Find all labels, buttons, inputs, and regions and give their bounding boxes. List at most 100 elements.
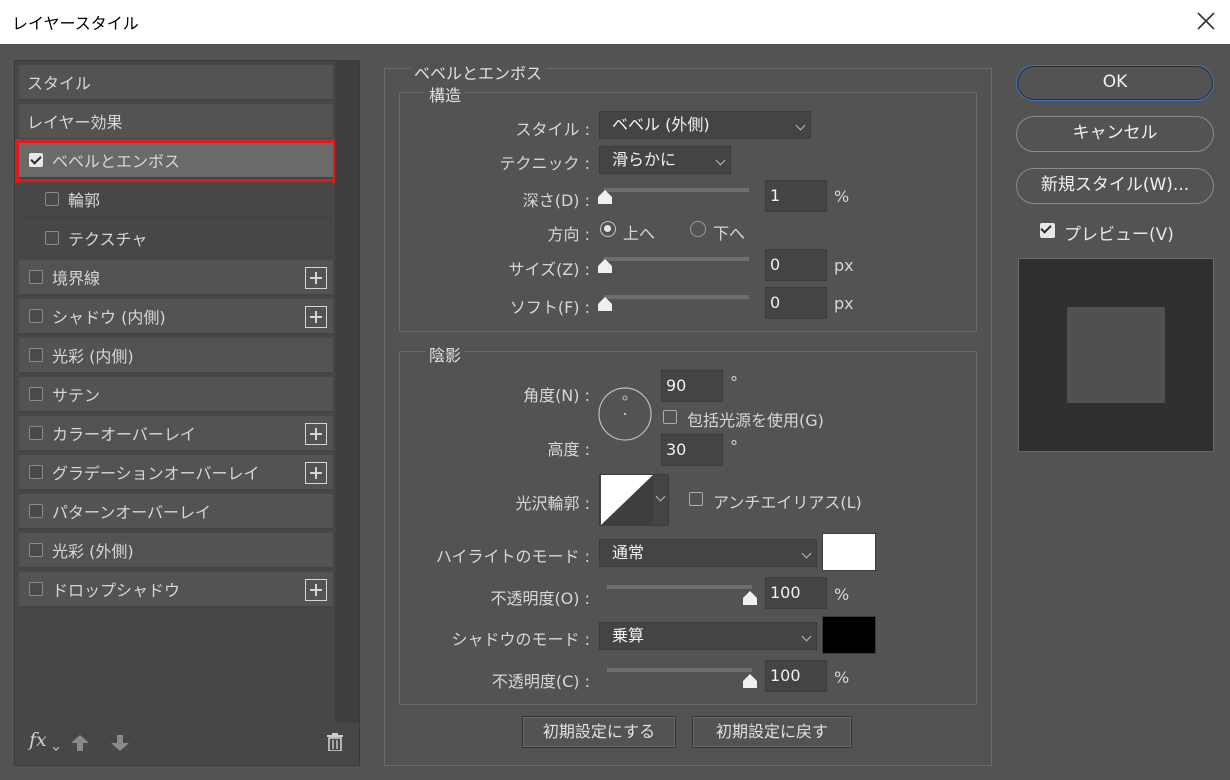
antialias-checkbox[interactable] (689, 492, 703, 506)
contour-checkbox[interactable] (45, 192, 59, 206)
soften-label: ソフト(F) : (509, 298, 590, 317)
inner-glow-checkbox[interactable] (29, 348, 43, 362)
preview-checkbox[interactable] (1040, 223, 1055, 238)
depth-unit: % (834, 187, 850, 206)
direction-down-radio[interactable] (690, 221, 706, 237)
depth-slider-thumb[interactable] (598, 190, 612, 204)
style-dropdown[interactable]: ベベル (外側) (599, 111, 811, 139)
drop-shadow-checkbox[interactable] (29, 582, 43, 596)
scrollbar[interactable] (335, 61, 359, 723)
shadow-opacity-thumb[interactable] (743, 674, 757, 688)
stroke-checkbox[interactable] (29, 270, 43, 284)
gradient-overlay-checkbox[interactable] (29, 465, 43, 479)
technique-label: テクニック : (499, 154, 590, 173)
list-item-label: ドロップシャドウ (52, 581, 181, 600)
list-item-pattern-overlay[interactable]: パターンオーバーレイ (19, 494, 333, 530)
add-plus-icon[interactable] (305, 306, 327, 328)
color-overlay-checkbox[interactable] (29, 426, 43, 440)
list-item-label: カラーオーバーレイ (52, 425, 196, 444)
highlight-mode-dropdown[interactable]: 通常 (599, 539, 817, 567)
altitude-label: 高度 : (547, 440, 590, 459)
shadow-opacity-input[interactable]: 100 (765, 660, 827, 692)
size-slider-thumb[interactable] (598, 259, 612, 273)
texture-checkbox[interactable] (45, 231, 59, 245)
global-light-label: 包括光源を使用(G) (687, 411, 824, 430)
list-item-stroke[interactable]: 境界線 (19, 260, 333, 296)
shading-group (399, 351, 977, 705)
arrow-up-icon[interactable] (71, 735, 89, 751)
list-item-label: レイヤー効果 (27, 113, 123, 132)
make-default-button[interactable]: 初期設定にする (522, 716, 676, 748)
list-item-label: 光彩 (内側) (52, 347, 134, 366)
list-item-inner-glow[interactable]: 光彩 (内側) (19, 338, 333, 374)
add-plus-icon[interactable] (305, 423, 327, 445)
list-item-outer-glow[interactable]: 光彩 (外側) (19, 533, 333, 569)
soften-slider-thumb[interactable] (598, 297, 612, 311)
list-item-gradient-overlay[interactable]: グラデーションオーバーレイ (19, 455, 333, 491)
arrow-down-icon[interactable] (111, 735, 129, 751)
depth-slider[interactable] (604, 188, 749, 192)
altitude-unit: ° (730, 437, 738, 456)
effects-list-panel: スタイル レイヤー効果 ベベルとエンボス 輪郭 テクスチャ 境界線 シャドウ (… (14, 60, 360, 766)
direction-label: 方向 : (547, 225, 590, 244)
list-item-drop-shadow[interactable]: ドロップシャドウ (19, 572, 333, 608)
size-slider[interactable] (604, 257, 749, 261)
add-plus-icon[interactable] (305, 462, 327, 484)
reset-default-button[interactable]: 初期設定に戻す (692, 716, 852, 748)
highlight-color-swatch[interactable] (822, 533, 876, 571)
list-item-bevel-emboss[interactable]: ベベルとエンボス (15, 139, 337, 183)
trash-icon[interactable] (327, 733, 343, 751)
list-item-color-overlay[interactable]: カラーオーバーレイ (19, 416, 333, 452)
list-item-layer-effects[interactable]: レイヤー効果 (19, 104, 333, 140)
highlight-mode-value: 通常 (612, 543, 645, 562)
shadow-color-swatch[interactable] (822, 616, 876, 654)
angle-dial-icon[interactable] (597, 386, 653, 442)
list-item-label: 光彩 (外側) (52, 542, 134, 561)
add-plus-icon[interactable] (305, 267, 327, 289)
shadow-opacity-label: 不透明度(C) : (491, 672, 590, 691)
pattern-overlay-checkbox[interactable] (29, 504, 43, 518)
outer-glow-checkbox[interactable] (29, 543, 43, 557)
chevron-down-icon (53, 747, 59, 751)
cancel-button[interactable]: キャンセル (1016, 116, 1214, 152)
highlight-opacity-thumb[interactable] (743, 591, 757, 605)
chevron-down-icon (715, 155, 726, 166)
highlight-mode-label: ハイライトのモード : (435, 547, 590, 566)
add-plus-icon[interactable] (305, 579, 327, 601)
title-bar: レイヤースタイル (0, 0, 1230, 44)
technique-dropdown[interactable]: 滑らかに (599, 146, 731, 174)
global-light-checkbox[interactable] (663, 410, 677, 424)
angle-input[interactable]: 90 (661, 370, 723, 402)
bevel-checkbox[interactable] (29, 153, 43, 167)
close-icon[interactable] (1194, 8, 1218, 34)
gloss-contour-picker[interactable] (599, 474, 669, 526)
fx-menu-icon[interactable]: fx (29, 729, 47, 751)
list-item-label: スタイル (27, 74, 92, 93)
inner-shadow-checkbox[interactable] (29, 309, 43, 323)
depth-input[interactable]: 1 (765, 180, 827, 212)
list-item-label: 輪郭 (68, 191, 101, 210)
size-input[interactable]: 0 (765, 249, 827, 281)
angle-unit: ° (730, 373, 738, 392)
ok-button[interactable]: OK (1016, 65, 1214, 101)
list-item-texture[interactable]: テクスチャ (19, 221, 333, 257)
shadow-mode-dropdown[interactable]: 乗算 (599, 622, 817, 650)
highlight-opacity-input[interactable]: 100 (765, 577, 827, 609)
list-item-contour[interactable]: 輪郭 (19, 182, 333, 218)
list-item-label: ベベルとエンボス (52, 152, 181, 171)
list-item-inner-shadow[interactable]: シャドウ (内側) (19, 299, 333, 335)
new-style-button[interactable]: 新規スタイル(W)... (1016, 168, 1214, 204)
depth-label: 深さ(D) : (522, 191, 590, 210)
size-label: サイズ(Z) : (508, 260, 590, 279)
soften-input[interactable]: 0 (765, 287, 827, 319)
list-item-satin[interactable]: サテン (19, 377, 333, 413)
list-item-label: パターンオーバーレイ (52, 503, 212, 522)
altitude-input[interactable]: 30 (661, 434, 723, 466)
satin-checkbox[interactable] (29, 387, 43, 401)
list-item-styles[interactable]: スタイル (19, 65, 333, 101)
shadow-opacity-slider[interactable] (607, 668, 752, 672)
soften-slider[interactable] (604, 295, 749, 299)
chevron-down-icon (801, 548, 812, 559)
direction-up-radio[interactable] (600, 221, 616, 237)
highlight-opacity-slider[interactable] (607, 585, 752, 589)
